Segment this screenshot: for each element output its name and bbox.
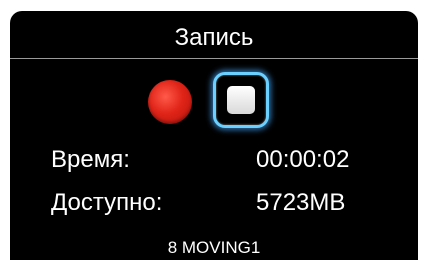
stop-button[interactable]	[213, 72, 269, 128]
stop-icon	[227, 86, 255, 114]
panel-title: Запись	[174, 24, 254, 51]
available-row: Доступно: 5723MB	[10, 188, 418, 218]
time-row: Время: 00:00:02	[10, 145, 418, 175]
recording-panel: Запись Время: 00:00:02 Доступно: 5723MB …	[10, 11, 418, 260]
recording-controls	[10, 71, 418, 133]
available-value: 5723MB	[256, 189, 346, 216]
footer-status: 8 MOVING1	[167, 238, 261, 257]
available-label: Доступно:	[51, 189, 163, 216]
time-label: Время:	[51, 146, 130, 173]
title-divider	[10, 58, 418, 59]
record-button[interactable]	[148, 80, 192, 124]
time-value: 00:00:02	[256, 146, 350, 173]
